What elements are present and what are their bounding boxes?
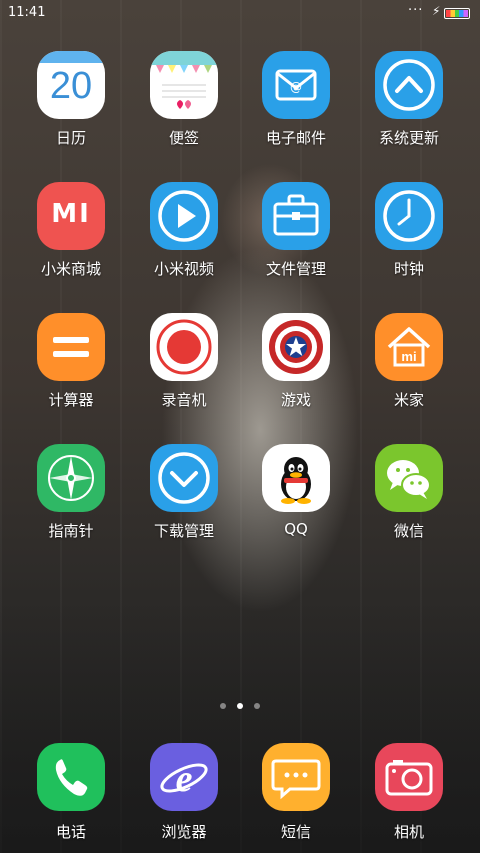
app-label: QQ xyxy=(284,520,308,538)
charging-icon: ⚡ xyxy=(432,4,441,18)
compass-icon xyxy=(37,444,105,512)
app-file-manager[interactable]: 文件管理 xyxy=(241,182,351,279)
app-label: 计算器 xyxy=(48,391,94,409)
camera-icon xyxy=(375,743,443,811)
qq-icon xyxy=(262,444,330,512)
app-label: 系统更新 xyxy=(378,129,439,147)
clock-icon xyxy=(375,182,443,250)
status-time: 11:41 xyxy=(8,5,46,20)
recorder-icon xyxy=(150,313,218,381)
page-dot-active[interactable] xyxy=(237,703,243,709)
app-notes[interactable]: 便签 xyxy=(129,51,239,148)
calendar-icon: 20 xyxy=(37,51,105,119)
app-label: 录音机 xyxy=(161,391,207,409)
app-system-update[interactable]: 系统更新 xyxy=(354,51,464,148)
signal-dots: ··· xyxy=(408,3,424,18)
app-recorder[interactable]: 录音机 xyxy=(129,313,239,410)
app-label: 短信 xyxy=(280,823,311,841)
notes-icon xyxy=(150,51,218,119)
status-bar: 11:41 ··· ⚡ xyxy=(0,0,480,28)
app-qq[interactable]: QQ xyxy=(241,444,351,538)
page-dot[interactable] xyxy=(220,703,226,709)
svg-text:e: e xyxy=(176,758,193,800)
app-label: 浏览器 xyxy=(161,823,207,841)
browser-icon: e xyxy=(150,743,218,811)
app-calculator[interactable]: 计算器 xyxy=(16,313,126,410)
app-mijia[interactable]: mi 米家 xyxy=(354,313,464,410)
app-mi-video[interactable]: 小米视频 xyxy=(129,182,239,279)
games-icon xyxy=(262,313,330,381)
app-label: 电子邮件 xyxy=(265,129,326,147)
svg-text:mi: mi xyxy=(401,349,416,364)
app-clock[interactable]: 时钟 xyxy=(354,182,464,279)
app-compass[interactable]: 指南针 xyxy=(16,444,126,541)
app-label: 便签 xyxy=(168,129,199,147)
app-email[interactable]: @ 电子邮件 xyxy=(241,51,351,148)
email-icon: @ xyxy=(262,51,330,119)
wechat-icon xyxy=(375,444,443,512)
app-label: 微信 xyxy=(393,522,424,540)
app-mi-store[interactable]: MI 小米商城 xyxy=(16,182,126,279)
app-games[interactable]: 游戏 xyxy=(241,313,351,410)
svg-text:@: @ xyxy=(290,80,302,94)
dock-phone[interactable]: 电话 xyxy=(16,743,126,842)
dock-browser[interactable]: e 浏览器 xyxy=(129,743,239,842)
calculator-icon xyxy=(37,313,105,381)
app-label: 文件管理 xyxy=(265,260,326,278)
app-label: 电话 xyxy=(55,823,86,841)
system-update-icon xyxy=(375,51,443,119)
mi-store-icon: MI xyxy=(37,182,105,250)
dock-messages[interactable]: 短信 xyxy=(241,743,351,842)
app-label: 相机 xyxy=(393,823,424,841)
dock-camera[interactable]: 相机 xyxy=(354,743,464,842)
mi-video-icon xyxy=(150,182,218,250)
file-manager-icon xyxy=(262,182,330,250)
mijia-icon: mi xyxy=(375,313,443,381)
app-wechat[interactable]: 微信 xyxy=(354,444,464,541)
app-label: 游戏 xyxy=(280,391,311,409)
app-label: 时钟 xyxy=(393,260,424,278)
download-manager-icon xyxy=(150,444,218,512)
app-label: 小米商城 xyxy=(40,260,101,278)
app-download-manager[interactable]: 下载管理 xyxy=(129,444,239,541)
page-dot[interactable] xyxy=(254,703,260,709)
app-label: 指南针 xyxy=(48,522,94,540)
app-label: 日历 xyxy=(55,129,86,147)
calendar-day: 20 xyxy=(49,65,93,107)
battery-icon xyxy=(444,8,470,19)
phone-icon xyxy=(37,743,105,811)
app-calendar[interactable]: 20 日历 xyxy=(16,51,126,148)
app-label: 下载管理 xyxy=(153,522,214,540)
messages-icon xyxy=(262,743,330,811)
mi-logo: MI xyxy=(51,199,91,229)
page-indicator xyxy=(216,701,266,711)
app-label: 小米视频 xyxy=(153,260,214,278)
app-label: 米家 xyxy=(393,391,424,409)
